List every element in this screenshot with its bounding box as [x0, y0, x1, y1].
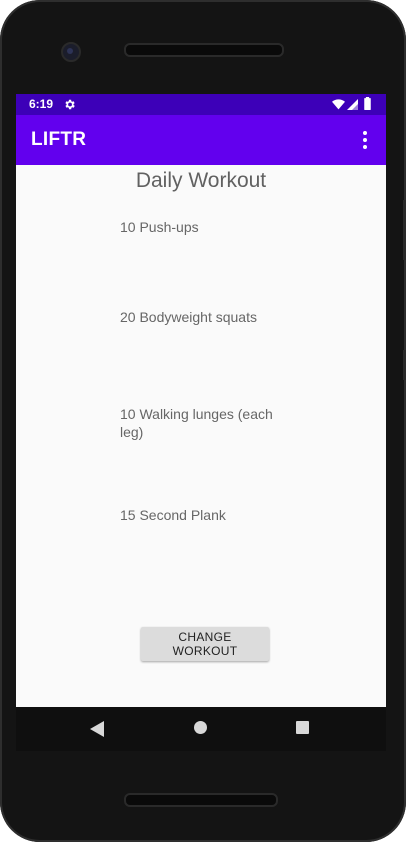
- exercise-item: 15 Second Plank: [120, 507, 226, 523]
- navigation-bar: [16, 707, 386, 751]
- main-content: Daily Workout 10 Push-ups 20 Bodyweight …: [16, 165, 386, 707]
- overflow-menu-icon[interactable]: [358, 129, 372, 151]
- recents-icon[interactable]: [296, 721, 309, 734]
- phone-frame: 6:19 LIFTR Daily Workout 10 Push-ups 20 …: [0, 0, 406, 842]
- back-icon[interactable]: [90, 721, 104, 737]
- battery-icon: [364, 97, 371, 110]
- app-bar: LIFTR: [16, 115, 386, 165]
- wifi-icon: [332, 99, 345, 110]
- camera-icon: [61, 42, 81, 62]
- status-time: 6:19: [29, 97, 54, 111]
- app-title: LIFTR: [31, 129, 87, 150]
- bottom-speaker: [124, 793, 278, 807]
- earpiece-speaker: [124, 43, 284, 57]
- home-icon[interactable]: [194, 721, 207, 734]
- status-bar: 6:19: [16, 94, 386, 115]
- gear-icon: [65, 99, 75, 110]
- change-workout-button[interactable]: CHANGE WORKOUT: [141, 627, 269, 661]
- exercise-item: 10 Walking lunges (each leg): [120, 406, 273, 440]
- page-title: Daily Workout: [135, 169, 267, 192]
- exercise-item: 20 Bodyweight squats: [120, 309, 257, 325]
- screen: 6:19 LIFTR Daily Workout 10 Push-ups 20 …: [16, 94, 386, 707]
- exercise-item: 10 Push-ups: [120, 219, 199, 235]
- signal-icon: [347, 99, 358, 110]
